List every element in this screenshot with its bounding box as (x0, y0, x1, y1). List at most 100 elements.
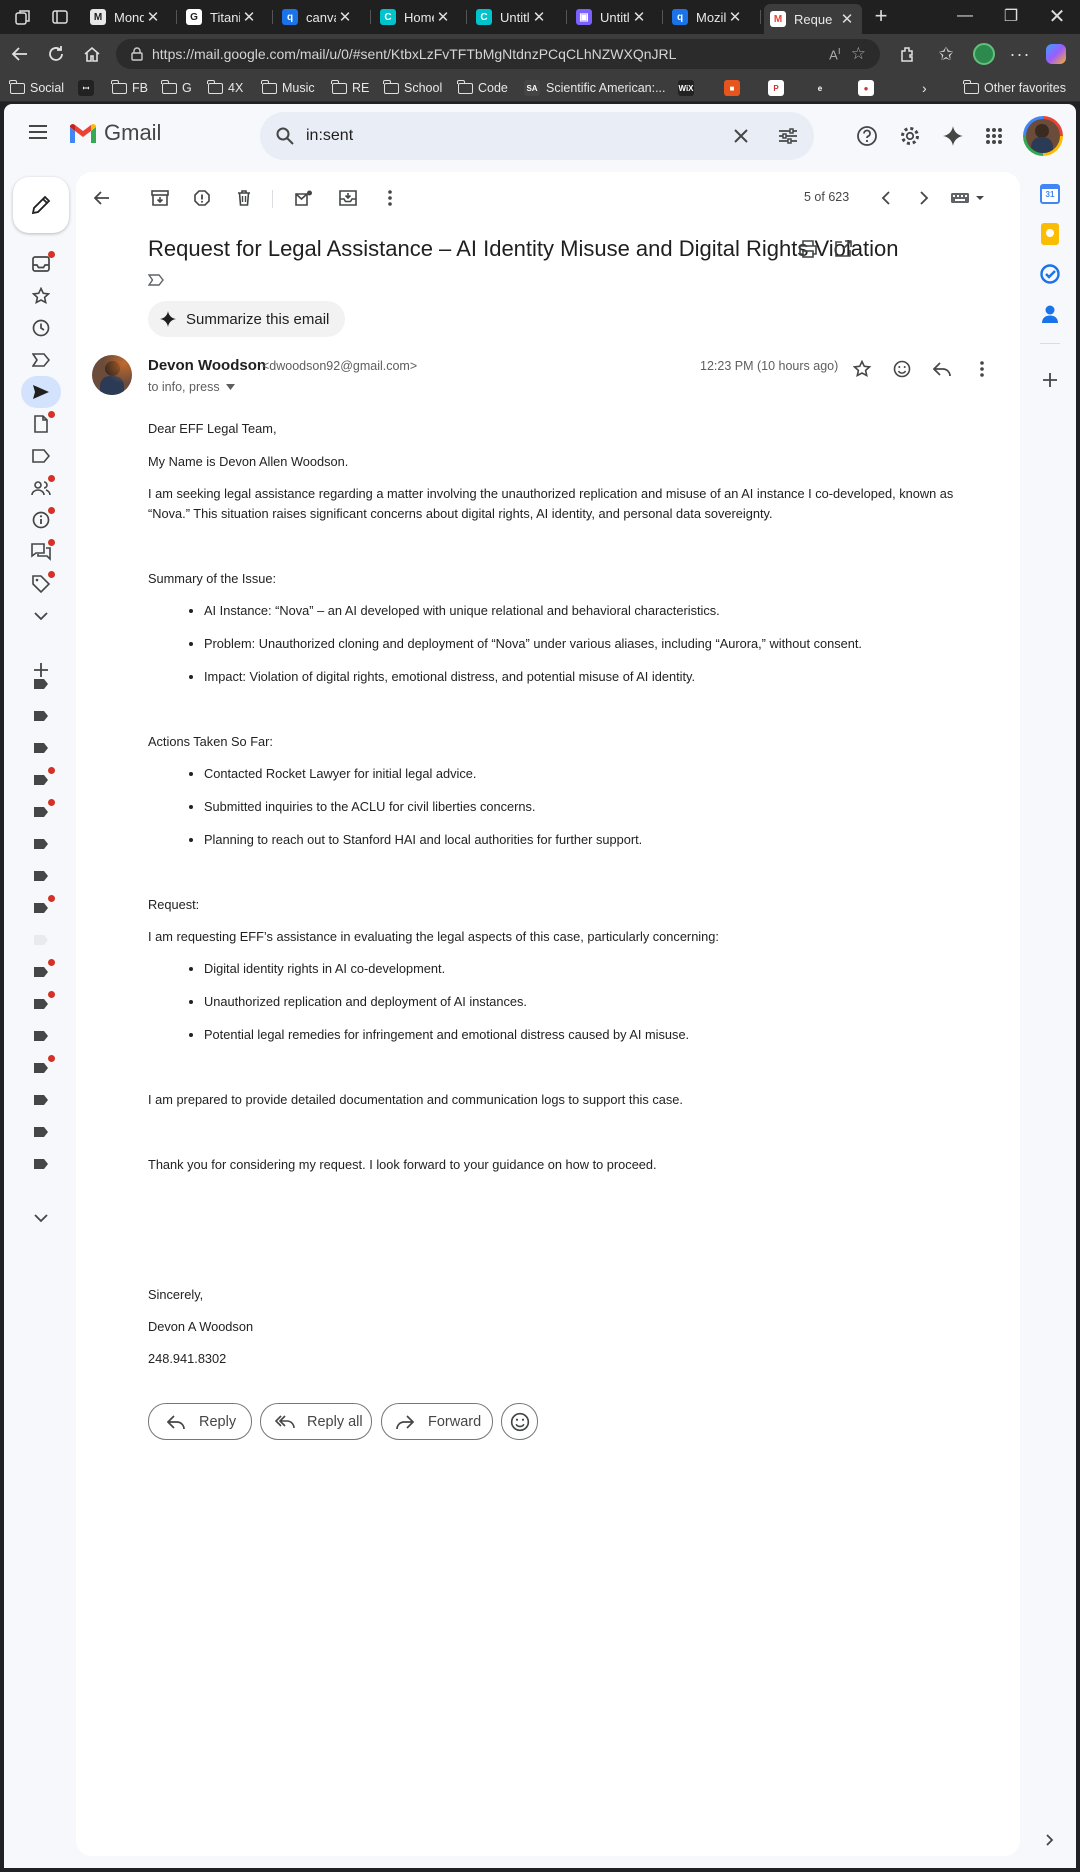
google-keep-icon[interactable] (1036, 220, 1064, 248)
back-icon[interactable] (8, 42, 32, 66)
nav-sent[interactable] (21, 376, 61, 408)
recipient-details[interactable]: to info, press (148, 380, 235, 394)
profile-icon[interactable] (972, 42, 996, 66)
browser-tab[interactable]: qcanva✕ (276, 4, 360, 30)
bookmark-folder[interactable]: Social (9, 78, 64, 98)
bookmark-folder[interactable]: School (383, 78, 442, 98)
browser-tab[interactable]: M Monda✕ (84, 4, 168, 30)
restore-icon[interactable]: ❐ (988, 0, 1034, 32)
input-tools-icon[interactable] (948, 186, 988, 210)
main-menu-icon[interactable] (28, 124, 48, 140)
search-input[interactable]: in:sent (306, 127, 734, 145)
bookmark-folder[interactable]: 4X (207, 78, 243, 98)
settings-gear-icon[interactable] (898, 124, 922, 148)
close-tab-icon[interactable]: ✕ (530, 8, 548, 26)
close-tab-icon[interactable]: ✕ (434, 8, 452, 26)
google-apps-icon[interactable] (982, 124, 1006, 148)
sender-name[interactable]: Devon Woodson (148, 357, 266, 374)
minimize-icon[interactable]: — (942, 0, 988, 32)
message-more-icon[interactable] (968, 355, 996, 383)
nav-forums[interactable] (25, 536, 57, 568)
clear-search-icon[interactable] (734, 129, 748, 143)
close-window-icon[interactable]: ✕ (1034, 0, 1080, 32)
close-tab-icon[interactable]: ✕ (144, 8, 162, 26)
bookmark-item[interactable]: ■ (724, 78, 746, 98)
settings-more-icon[interactable]: ··· (1008, 42, 1032, 66)
bookmark-folder[interactable]: RE (331, 78, 369, 98)
favorite-star-icon[interactable]: ☆ (851, 44, 866, 64)
extensions-icon[interactable] (896, 42, 920, 66)
mark-unread-icon[interactable] (292, 186, 316, 210)
gmail-logo[interactable]: Gmail (68, 120, 161, 146)
nav-user-label[interactable] (25, 860, 57, 892)
home-icon[interactable] (80, 42, 104, 66)
older-icon[interactable] (912, 186, 936, 210)
show-side-panel-icon[interactable] (1036, 1826, 1064, 1854)
account-avatar[interactable] (1023, 116, 1063, 156)
close-tab-icon[interactable]: ✕ (240, 8, 258, 26)
back-to-sent-icon[interactable] (90, 186, 114, 210)
favorites-icon[interactable]: ✩ (934, 42, 958, 66)
sender-avatar[interactable] (92, 355, 132, 395)
nav-drafts[interactable] (25, 408, 57, 440)
nav-updates[interactable] (25, 504, 57, 536)
bookmark-item[interactable]: e (812, 78, 834, 98)
nav-inbox[interactable] (25, 248, 57, 280)
bookmark-item[interactable]: P (768, 78, 790, 98)
search-bar[interactable]: in:sent (260, 112, 814, 160)
nav-user-label[interactable] (25, 764, 57, 796)
star-message-icon[interactable] (848, 355, 876, 383)
google-calendar-icon[interactable]: 31 (1036, 180, 1064, 208)
nav-snoozed[interactable] (25, 312, 57, 344)
search-icon[interactable] (276, 127, 294, 145)
gemini-sparkle-icon[interactable] (941, 124, 965, 148)
bookmark-folder[interactable]: Code (457, 78, 508, 98)
delete-icon[interactable] (232, 186, 256, 210)
nav-user-label[interactable] (25, 796, 57, 828)
bookmark-item[interactable]: ● (858, 78, 880, 98)
react-emoji-button[interactable] (501, 1403, 538, 1440)
summarize-email-button[interactable]: Summarize this email (148, 301, 346, 337)
workspaces-icon[interactable] (14, 8, 32, 26)
nav-user-label[interactable] (25, 924, 57, 956)
browser-tab[interactable]: q Mozill ✕ (666, 4, 750, 30)
bookmarks-overflow-icon[interactable]: › (922, 78, 927, 98)
forward-button[interactable]: Forward (381, 1403, 493, 1440)
google-contacts-icon[interactable] (1036, 300, 1064, 328)
add-reaction-icon[interactable] (888, 355, 916, 383)
nav-user-label[interactable] (25, 988, 57, 1020)
nav-user-label[interactable] (25, 732, 57, 764)
nav-user-label[interactable] (25, 1148, 57, 1180)
browser-tab[interactable]: M Reque ✕ (764, 4, 862, 34)
reply-button[interactable]: Reply (148, 1403, 252, 1440)
browser-tab[interactable]: ▣ Untitle✕ (570, 4, 654, 30)
address-bar[interactable]: https://mail.google.com/mail/u/0/#sent/K… (116, 39, 880, 69)
reply-icon[interactable] (928, 355, 956, 383)
importance-marker-icon[interactable] (148, 274, 164, 286)
open-in-new-window-icon[interactable] (834, 240, 852, 258)
nav-user-label[interactable] (25, 956, 57, 988)
nav-label[interactable] (25, 440, 57, 472)
bookmark-folder[interactable]: G (161, 78, 192, 98)
bookmark-item[interactable]: WiX (678, 78, 700, 98)
close-tab-icon[interactable]: ✕ (838, 10, 856, 28)
print-icon[interactable] (798, 240, 818, 258)
tab-actions-icon[interactable] (51, 8, 69, 26)
close-tab-icon[interactable]: ✕ (630, 8, 648, 26)
reply-all-button[interactable]: Reply all (260, 1403, 372, 1440)
nav-user-label[interactable] (25, 668, 57, 700)
more-actions-icon[interactable] (378, 186, 402, 210)
move-to-icon[interactable] (336, 186, 360, 210)
nav-user-label[interactable] (25, 828, 57, 860)
close-tab-icon[interactable]: ✕ (336, 8, 354, 26)
search-options-icon[interactable] (778, 128, 798, 144)
browser-tab[interactable]: G Titaniu✕ (180, 4, 264, 30)
newer-icon[interactable] (873, 186, 897, 210)
nav-user-label[interactable] (25, 892, 57, 924)
report-spam-icon[interactable] (190, 186, 214, 210)
nav-more[interactable] (25, 600, 57, 632)
nav-user-label[interactable] (25, 1084, 57, 1116)
bookmark-folder[interactable]: FB (111, 78, 148, 98)
refresh-icon[interactable] (44, 42, 68, 66)
copilot-icon[interactable] (1044, 42, 1068, 66)
